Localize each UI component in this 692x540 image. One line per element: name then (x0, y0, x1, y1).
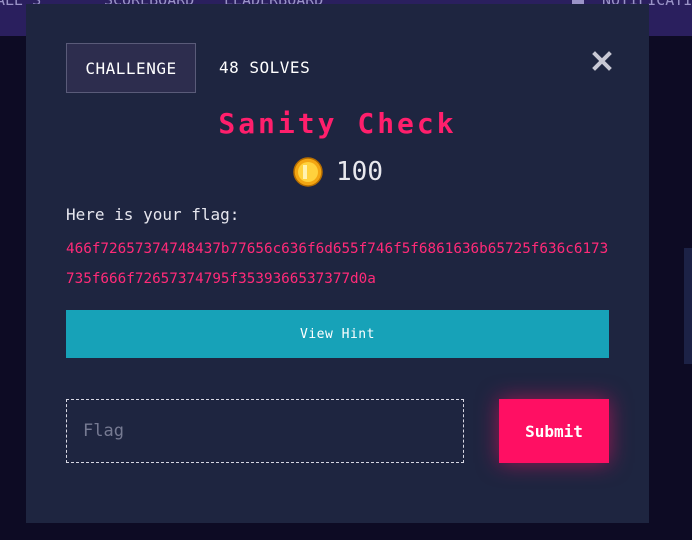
solves-tab[interactable]: 48 SOLVES (219, 58, 310, 77)
description-intro: Here is your flag: (66, 205, 240, 224)
challenge-tab[interactable]: CHALLENGE (66, 43, 196, 93)
submit-button[interactable]: Submit (499, 399, 609, 463)
points-value: 100 (336, 157, 383, 187)
flag-hex-text: 466f72657374748437b77656c636f6d655f746f5… (66, 241, 609, 287)
challenge-modal: CHALLENGE 48 SOLVES Sanity Check 100 Her… (26, 4, 649, 523)
challenge-value: 100 (26, 155, 649, 189)
view-hint-button[interactable]: View Hint (66, 310, 609, 358)
close-icon[interactable] (590, 49, 614, 73)
coin-icon (293, 157, 323, 187)
background-panel (684, 248, 692, 364)
flag-input[interactable] (66, 399, 464, 463)
challenge-description: Here is your flag: 466f72657374748437b77… (66, 205, 611, 294)
challenge-title: Sanity Check (218, 107, 457, 140)
